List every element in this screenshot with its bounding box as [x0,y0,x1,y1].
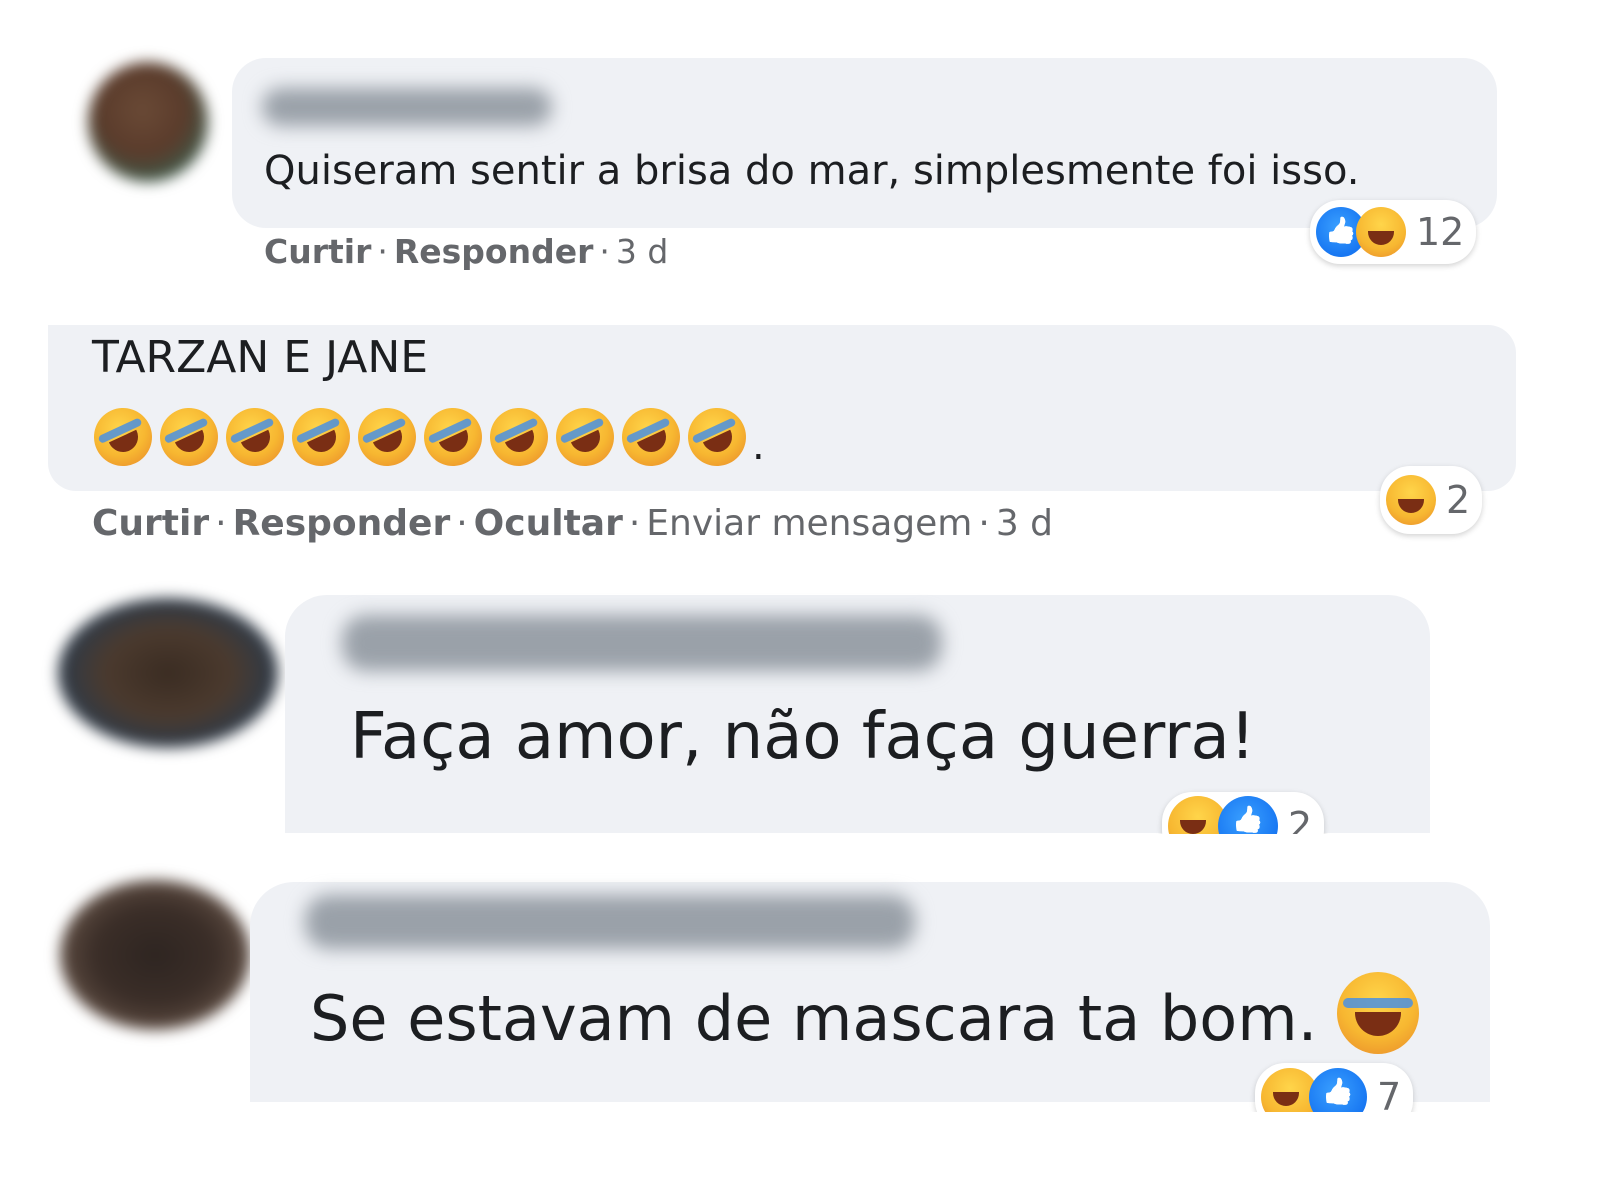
commenter-name-blurred[interactable] [262,88,552,126]
emoji-row: . [84,398,765,476]
comment-actions: Curtir · Responder · Ocultar · Enviar mensagem… [92,503,1054,544]
commenter-name-blurred[interactable] [305,895,915,949]
rolling-laughing-emoji-icon [348,398,426,476]
reaction-count: 2 [1446,478,1471,522]
comment-text: Se estavam de mascara ta bom. [310,982,1318,1055]
comment-text: Quiseram sentir a brisa do mar, simplesm… [264,148,1360,194]
comment-time[interactable]: 3 d [996,503,1053,544]
commenter-avatar[interactable] [88,62,208,182]
reaction-summary[interactable]: 12 [1310,200,1477,264]
rolling-laughing-emoji-icon [150,398,228,476]
send-message-link[interactable]: Enviar mensagem [646,503,972,544]
crop-mask [0,1112,1619,1200]
like-link[interactable]: Curtir [264,232,371,271]
reaction-summary[interactable]: 2 [1380,466,1483,534]
comment-time[interactable]: 3 d [616,232,668,271]
hide-link[interactable]: Ocultar [474,503,623,544]
rolling-laughing-emoji-icon [480,398,558,476]
comment-text-wrap: Se estavam de mascara ta bom. [310,972,1420,1055]
comment-actions: Curtir · Responder · 3 d [264,232,669,271]
rolling-laughing-emoji-icon [612,398,690,476]
commenter-name-blurred[interactable] [342,615,942,671]
like-link[interactable]: Curtir [92,503,209,544]
trailing-period: . [752,423,765,469]
rolling-laughing-emoji-icon [414,398,492,476]
comment-text: TARZAN E JANE [92,332,429,383]
haha-icon [1356,207,1406,257]
laughing-emoji-icon [1337,972,1420,1054]
rolling-laughing-emoji-icon [678,398,756,476]
comment-bubble [232,58,1497,228]
rolling-laughing-emoji-icon [216,398,294,476]
comment-text: Faça amor, não faça guerra! [350,700,1256,774]
rolling-laughing-emoji-icon [546,398,624,476]
reply-link[interactable]: Responder [394,232,594,271]
reply-link[interactable]: Responder [233,503,451,544]
commenter-avatar[interactable] [58,598,278,748]
haha-icon [1386,475,1436,525]
reaction-count: 12 [1416,210,1465,254]
rolling-laughing-emoji-icon [84,398,162,476]
crop-mask [0,834,1619,880]
rolling-laughing-emoji-icon [282,398,360,476]
commenter-avatar[interactable] [60,880,250,1030]
